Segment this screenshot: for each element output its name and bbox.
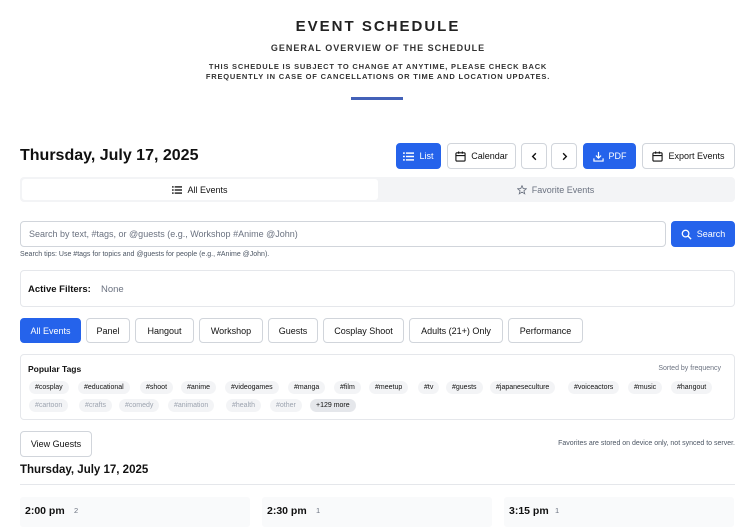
title-accent-bar <box>351 97 403 100</box>
tag-chip[interactable]: #anime <box>181 381 216 394</box>
tag-chip[interactable]: #educational <box>78 381 130 394</box>
view-guests-button[interactable]: View Guests <box>20 431 92 457</box>
search-button-label: Search <box>696 229 726 239</box>
category-workshop[interactable]: Workshop <box>199 318 263 343</box>
tag-chip[interactable]: #meetup <box>369 381 409 394</box>
favorites-storage-note: Favorites are stored on device only, not… <box>558 440 735 447</box>
category-cosplay-shoot[interactable]: Cosplay Shoot <box>323 318 404 343</box>
tag-chip[interactable]: #crafts <box>79 399 113 412</box>
tag-chip[interactable]: #hangout <box>671 381 713 394</box>
list-icon <box>403 151 415 161</box>
tag-chip[interactable]: #film <box>334 381 361 394</box>
tag-chip[interactable]: #voiceactors <box>568 381 620 394</box>
schedule-date-heading: Thursday, July 17, 2025 <box>20 464 149 476</box>
tag-chip[interactable]: #comedy <box>119 399 160 412</box>
search-input[interactable] <box>20 221 666 247</box>
tab-all-events[interactable]: All Events <box>22 179 378 200</box>
search-button[interactable]: Search <box>671 221 735 247</box>
page-title: EVENT SCHEDULE <box>295 18 461 35</box>
calendar-view-button[interactable]: Calendar <box>447 143 516 169</box>
current-date-heading: Thursday, July 17, 2025 <box>20 147 199 164</box>
time-slot-time: 3:15 pm <box>509 505 549 517</box>
tag-chip[interactable]: #other <box>270 399 302 412</box>
time-slot-time: 2:00 pm <box>25 505 65 517</box>
search-tips: Search tips: Use #tags for topics and @g… <box>20 251 270 258</box>
section-divider <box>20 484 735 485</box>
time-slot-count: 1 <box>316 506 321 515</box>
export-events-label: Export Events <box>668 151 725 161</box>
time-slot-count: 2 <box>74 506 79 515</box>
tag-chip[interactable]: #japaneseculture <box>490 381 556 394</box>
time-slot[interactable]: 2:30 pm 1 <box>262 497 492 527</box>
pdf-label: PDF <box>608 151 627 161</box>
category-performance[interactable]: Performance <box>508 318 583 343</box>
time-slot-count: 1 <box>555 506 560 515</box>
tag-chip[interactable]: #videogames <box>225 381 279 394</box>
active-filters-label: Active Filters: <box>28 284 91 295</box>
active-filters-value: None <box>101 284 124 295</box>
time-slot[interactable]: 2:00 pm 2 <box>20 497 250 527</box>
category-panel[interactable]: Panel <box>86 318 130 343</box>
tag-chip[interactable]: #shoot <box>140 381 174 394</box>
export-events-button[interactable]: Export Events <box>642 143 735 169</box>
tag-chip[interactable]: #music <box>628 381 663 394</box>
chevron-left-icon <box>531 152 536 160</box>
schedule-notice: THIS SCHEDULE IS SUBJECT TO CHANGE AT AN… <box>205 62 551 81</box>
tab-all-events-label: All Events <box>187 184 228 195</box>
tab-favorite-events-label: Favorite Events <box>531 184 595 195</box>
more-tags-button[interactable]: +129 more <box>310 399 356 412</box>
page-subtitle: GENERAL OVERVIEW OF THE SCHEDULE <box>270 43 486 53</box>
calendar-icon <box>652 150 664 162</box>
calendar-view-label: Calendar <box>471 151 508 161</box>
tag-chip[interactable]: #health <box>226 399 261 412</box>
tag-chip[interactable]: #cosplay <box>29 381 69 394</box>
chevron-right-icon <box>562 152 567 160</box>
pdf-button[interactable]: PDF <box>583 143 636 169</box>
tag-chip[interactable]: #cartoon <box>29 399 69 412</box>
active-filters-panel <box>20 270 735 307</box>
next-day-button[interactable] <box>551 143 577 169</box>
list-icon <box>172 185 183 194</box>
category-hangout[interactable]: Hangout <box>135 318 194 343</box>
download-icon <box>592 151 604 162</box>
category-guests[interactable]: Guests <box>268 318 318 343</box>
category-adults-only[interactable]: Adults (21+) Only <box>409 318 503 343</box>
previous-day-button[interactable] <box>521 143 547 169</box>
tag-chip[interactable]: #animation <box>168 399 215 412</box>
tags-sort-note: Sorted by frequency <box>658 365 721 372</box>
tag-chip[interactable]: #guests <box>446 381 483 394</box>
tag-chip[interactable]: #tv <box>418 381 440 394</box>
category-all-events[interactable]: All Events <box>20 318 81 343</box>
star-icon <box>516 184 527 195</box>
tab-favorite-events[interactable]: Favorite Events <box>378 179 733 200</box>
calendar-icon <box>455 150 466 162</box>
time-slot-time: 2:30 pm <box>267 505 307 517</box>
tag-chip[interactable]: #manga <box>288 381 326 394</box>
list-view-label: List <box>419 151 434 161</box>
search-icon <box>681 229 692 240</box>
list-view-button[interactable]: List <box>396 143 441 169</box>
time-slot[interactable]: 3:15 pm 1 <box>504 497 734 527</box>
event-tabs: All Events Favorite Events <box>20 177 735 202</box>
popular-tags-title: Popular Tags <box>28 364 82 374</box>
